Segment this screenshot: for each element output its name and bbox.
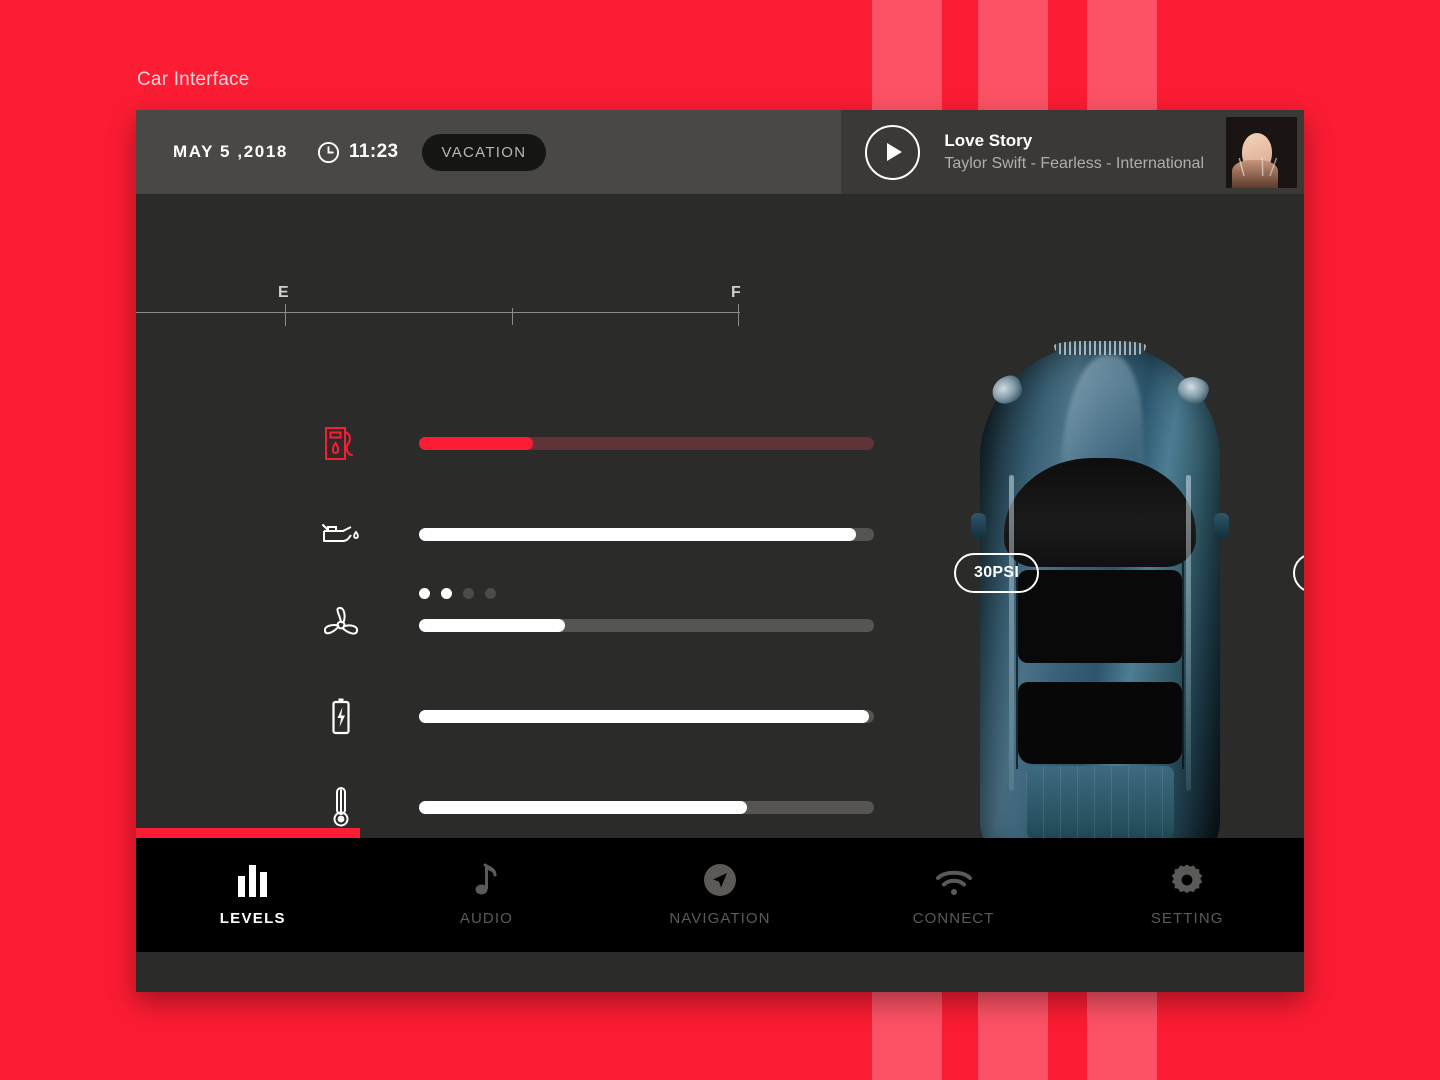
car-door-line-right [1182,562,1184,770]
gauge-row-fuel [273,427,883,460]
gauge-fill-temperature [419,801,747,814]
gauge-fill-ventilation [419,619,565,632]
fan-dot [485,588,496,599]
tire-pressure-front-right[interactable]: 30PSI [1293,553,1304,593]
album-art-signature [1236,157,1289,176]
nav-item-audio[interactable]: AUDIO [370,838,604,952]
dashboard-panel: MAY 5 ,2018 11:23 VACATION Love Story Ta… [136,110,1304,992]
car-pillar-left [1008,474,1014,791]
bottom-navigation: LEVELS AUDIO NAVIGATION CONNECT SETTING [136,838,1304,952]
fan-dot [419,588,430,599]
gauge-row-battery [273,698,883,735]
car-rear-window [1018,681,1182,764]
time-label: 11:23 [348,141,399,162]
play-button[interactable] [865,124,921,180]
fuel-scale: E F [136,284,741,326]
play-icon [887,143,903,161]
car-grille [1054,340,1146,355]
gauge-list [273,427,883,827]
wifi-icon [935,863,973,897]
mode-badge[interactable]: VACATION [421,133,547,171]
track-info: Love Story Taylor Swift - Fearless - Int… [944,131,1204,173]
car-mirror-right [1214,512,1229,539]
header-left-group: MAY 5 ,2018 11:23 VACATION [136,133,547,171]
car-top-view [971,340,1229,892]
battery-icon [321,696,361,736]
scale-tick-mid [512,308,513,325]
car-mirror-left [971,512,986,539]
thermometer-icon [321,787,361,827]
page-title: Car Interface [137,69,250,90]
clock-group: 11:23 [317,141,399,164]
dashboard-content: E F 30PSI LEVELS AUDIO NAVIGATION CONNEC… [136,194,1304,952]
nav-label-audio: AUDIO [459,910,513,927]
clock-icon [317,141,339,163]
track-subtitle: Taylor Swift - Fearless - International [944,155,1204,172]
fuel-pump-icon [321,423,361,463]
nav-item-setting[interactable]: SETTING [1070,838,1304,952]
album-art[interactable] [1226,116,1297,188]
fan-speed-dots[interactable] [419,588,496,599]
gauge-track-battery[interactable] [419,710,874,723]
car-roof [1018,570,1182,663]
gauge-fill-fuel [419,437,533,450]
nav-label-navigation: NAVIGATION [669,910,771,927]
gauge-fill-oil [419,528,856,541]
nav-item-connect[interactable]: CONNECT [837,838,1071,952]
scale-label-empty: E [278,284,289,301]
nav-label-levels: LEVELS [219,910,286,927]
gauge-fill-battery [419,710,870,723]
nav-label-setting: SETTING [1150,910,1224,927]
fan-dot [441,588,452,599]
navigation-arrow-icon [703,863,737,897]
gauge-row-temperature [273,787,883,827]
tire-pressure-front-left[interactable]: 30PSI [954,553,1040,593]
nav-label-connect: CONNECT [912,910,995,927]
gauge-track-oil[interactable] [419,528,874,541]
fan-dot [463,588,474,599]
nav-item-levels[interactable]: LEVELS [136,838,370,952]
music-player: Love Story Taylor Swift - Fearless - Int… [841,110,1304,194]
gear-icon [1170,863,1204,897]
music-note-icon [473,863,499,897]
nav-active-indicator [136,828,360,838]
car-pillar-right [1186,474,1192,791]
fan-icon [321,605,361,645]
gauge-track-fuel[interactable] [419,437,874,450]
scale-line [136,312,740,313]
scale-tick-full [738,304,739,326]
levels-bars-icon [236,863,270,897]
date-label: MAY 5 ,2018 [173,142,288,161]
gauge-track-temperature[interactable] [419,801,874,814]
dashboard-header: MAY 5 ,2018 11:23 VACATION Love Story Ta… [136,110,1304,194]
nav-item-navigation[interactable]: NAVIGATION [603,838,837,952]
gauge-row-oil [273,523,883,545]
track-title: Love Story [944,131,1033,150]
scale-label-full: F [731,284,741,301]
gauge-track-ventilation[interactable] [419,619,874,632]
oil-can-icon [321,514,361,554]
scale-tick-empty [285,304,286,326]
gauge-row-ventilation [273,588,883,636]
